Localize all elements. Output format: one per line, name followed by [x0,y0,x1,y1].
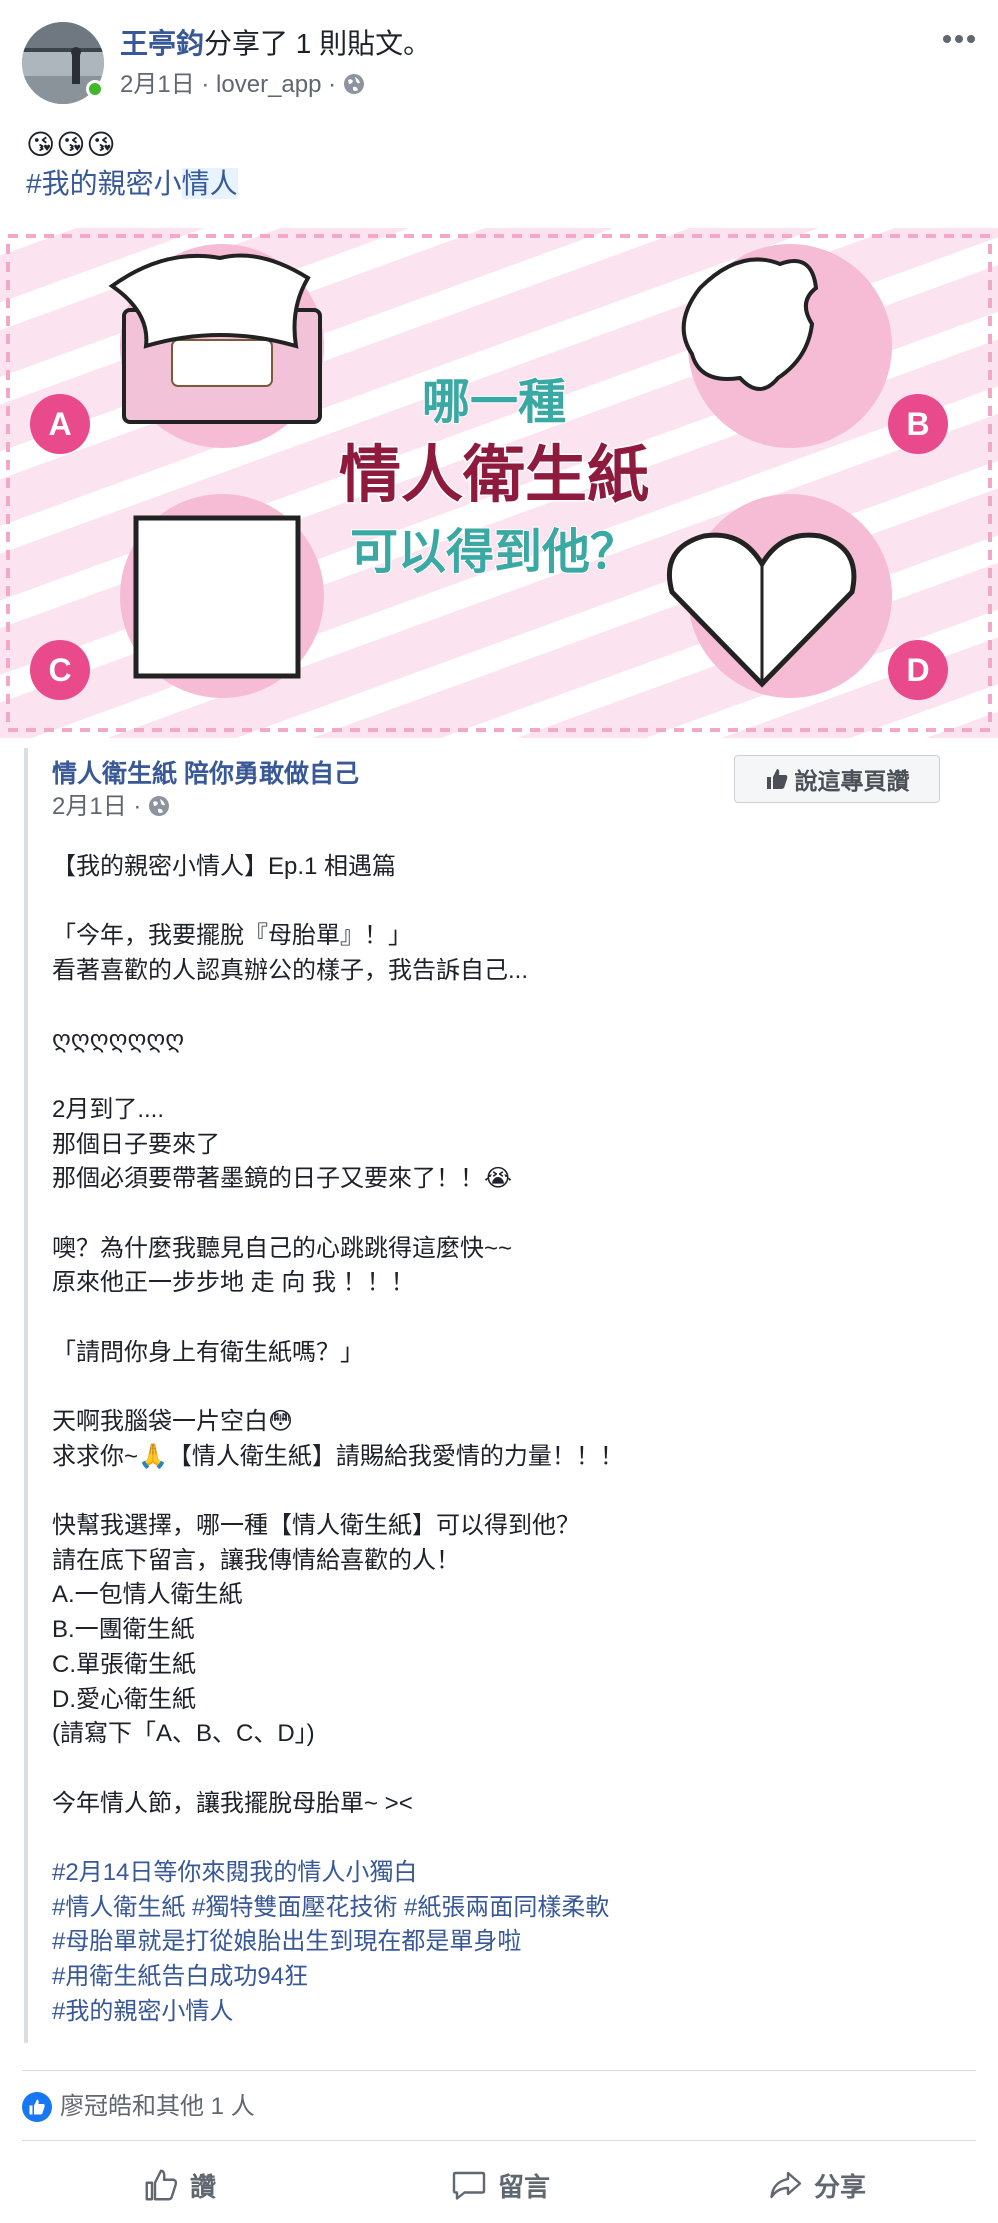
hashtag-link[interactable]: #用衛生紙告白成功94狂 [52,1960,952,1995]
meta-separator: · [133,793,149,820]
shared-meta: 2月1日 · [52,792,170,822]
thumbs-up-icon [145,2169,178,2201]
banner-title-line1: 哪一種 [422,374,566,430]
body-line: B.一團衛生紙 [52,1616,195,1644]
body-line: (請寫下「A、B、C、D」) [52,1720,315,1748]
post-emojis: 😘😘😘 [26,129,117,160]
post-hashtag-link[interactable]: #我的親密小情人 [26,166,238,202]
globe-icon[interactable] [343,73,365,95]
body-line [52,1474,952,1509]
body-line [52,1821,952,1856]
body-line [52,1752,952,1787]
label-c: C [48,652,71,688]
body-line: C.單張衛生紙 [52,1650,196,1678]
body-line: 【我的親密小情人】Ep.1 相遇篇 [52,853,397,880]
body-line: 「今年，我要擺脫『母胎單』！」 [52,922,412,950]
body-line: 2月到了.... [52,1095,165,1123]
hashtag-link[interactable]: #2月14日等你來閱我的情人小獨白 [52,1856,952,1891]
body-line: ღღღღღღღ [52,1026,185,1054]
body-line: 今年情人節，讓我擺脫母胎單~ >< [52,1789,413,1817]
shared-post-body: 【我的親密小情人】Ep.1 相遇篇 「今年，我要擺脫『母胎單』！」看著喜歡的人認真… [52,850,952,2029]
like-reaction-icon [22,2092,52,2122]
label-b: B [906,406,929,442]
body-line [52,1058,952,1093]
tissue-box-illustration [108,253,322,424]
share-button[interactable]: 分享 [766,2160,866,2210]
reactions-text: 廖冠皓和其他 1 人 [60,2093,255,2120]
banner-title-line2: 情人衛生紙 [339,438,649,511]
label-d: D [906,652,929,688]
body-line: 那個必須要帶著墨鏡的日子又要來了！！😭 [52,1165,513,1193]
body-line: 天啊我腦袋一片空白😳 [52,1408,294,1435]
body-line: A.一包情人衛生紙 [52,1581,243,1609]
online-status-dot [86,80,104,98]
hashtag-link[interactable]: #我的親密小情人 [52,1995,952,2030]
meta-separator: · [328,71,343,98]
body-line: 那個日子要來了 [52,1130,220,1158]
label-a: A [48,406,71,442]
share-icon [770,2171,802,2199]
shared-date[interactable]: 2月1日 [52,793,127,820]
more-options-icon[interactable] [942,34,976,44]
post-date[interactable]: 2月1日 [120,71,195,98]
body-line: 看著喜歡的人認真辦公的樣子，我告訴自己... [52,957,529,985]
body-line: 求求你~🙏【情人衛生紙】請賜給我愛情的力量！！！ [52,1442,624,1470]
divider [22,2070,976,2071]
single-sheet-illustration [133,515,301,679]
banner-title-line3: 可以得到他？ [350,524,638,580]
comment-label: 留言 [498,2171,551,2202]
shared-image[interactable]: A B C D 哪一種 情人衛生紙 可以得到他？ [0,228,998,738]
body-line: D.愛心衛生紙 [52,1685,196,1713]
body-line [52,989,952,1024]
post-meta: 2月1日 · lover_app · [120,70,365,100]
share-label: 分享 [814,2171,867,2202]
like-button[interactable]: 讚 [142,2160,216,2210]
hashtag-text: #我的親密小 [26,168,182,199]
author-name-link[interactable]: 王亭鈞 [120,28,204,59]
body-line: 快幫我選擇，哪一種【情人衛生紙】可以得到他？ [52,1512,580,1540]
like-page-label: 說這專頁讚 [794,768,910,794]
body-line: 「請問你身上有衛生紙嗎？」 [52,1338,364,1366]
meta-separator: · [201,71,217,98]
body-line [52,885,952,920]
hashtag-highlight: 情人 [181,168,238,199]
reactions-summary[interactable]: 廖冠皓和其他 1 人 [22,2092,255,2122]
author-line: 王亭鈞分享了 1 則貼文。 [120,26,431,62]
hashtag-link[interactable]: #情人衛生紙 #獨特雙面壓花技術 #紙張兩面同樣柔軟 [52,1891,952,1926]
share-action-text: 分享了 1 則貼文。 [204,28,432,59]
action-bar: 讚 留言 分享 [0,2160,998,2210]
like-label: 讚 [190,2171,217,2202]
body-line [52,1197,952,1232]
body-line [52,1370,952,1405]
post-app[interactable]: lover_app [216,71,321,98]
post-header: 王亭鈞分享了 1 則貼文。 2月1日 · lover_app · [0,0,998,120]
body-line: 原來他正一步步地 走 向 我 ！！！ [52,1269,415,1297]
body-line: 噢？為什麼我聽見自己的心跳跳得這麼快~~ [52,1234,513,1262]
divider [22,2140,976,2141]
thumbs-up-icon [766,769,787,789]
like-page-button[interactable]: 說這專頁讚 [734,755,940,803]
comment-icon [452,2171,486,2200]
page-name-link[interactable]: 情人衛生紙 陪你勇敢做自己 [52,758,359,790]
comment-button[interactable]: 留言 [450,2160,550,2210]
body-line [52,1301,952,1336]
hashtag-link[interactable]: #母胎單就是打從娘胎出生到現在都是單身啦 [52,1925,952,1960]
body-line: 請在底下留言，讓我傳情給喜歡的人！ [52,1546,460,1574]
shared-post: 情人衛生紙 陪你勇敢做自己 2月1日 · 說這專頁讚 【我的親密小情人】Ep.1… [24,748,978,2043]
globe-icon[interactable] [148,795,170,817]
